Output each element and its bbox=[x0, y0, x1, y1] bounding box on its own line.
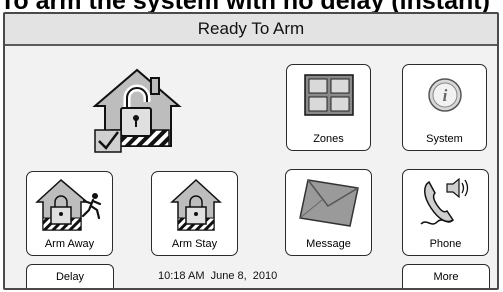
arm-stay-label: Arm Stay bbox=[171, 238, 218, 250]
more-label: More bbox=[433, 271, 459, 283]
delay-label: Delay bbox=[55, 271, 85, 283]
page: To arm the system with no delay (instant… bbox=[0, 0, 503, 292]
zones-grid-icon bbox=[304, 74, 354, 116]
phone-label: Phone bbox=[429, 238, 462, 250]
house-lock-icon bbox=[170, 178, 222, 231]
svg-text:i: i bbox=[443, 86, 448, 105]
status-title: Ready To Arm bbox=[197, 19, 305, 38]
keypad-panel: Ready To Arm Zones i System Arm Away Arm… bbox=[3, 12, 499, 290]
status-bar: Ready To Arm bbox=[5, 14, 497, 46]
date-time: 10:18 AM June 8, 2010 bbox=[158, 270, 278, 282]
arm-away-label: Arm Away bbox=[44, 238, 95, 250]
system-label: System bbox=[426, 133, 463, 145]
zones-button[interactable]: Zones bbox=[286, 64, 371, 151]
message-label: Message bbox=[306, 238, 351, 250]
arm-stay-button[interactable]: Arm Stay bbox=[151, 171, 238, 256]
phone-icon bbox=[420, 177, 469, 225]
system-button[interactable]: i System bbox=[402, 64, 487, 151]
message-button[interactable]: Message bbox=[285, 169, 372, 256]
delay-button[interactable]: Delay bbox=[26, 264, 114, 288]
zones-label: Zones bbox=[313, 133, 344, 145]
house-lock-running-man-icon bbox=[35, 179, 102, 231]
house-lock-check-icon bbox=[92, 68, 182, 153]
more-button[interactable]: More bbox=[402, 264, 490, 288]
arm-away-button[interactable]: Arm Away bbox=[26, 171, 113, 256]
phone-button[interactable]: Phone bbox=[402, 169, 489, 256]
envelope-icon bbox=[299, 179, 359, 227]
info-icon: i bbox=[428, 78, 462, 112]
